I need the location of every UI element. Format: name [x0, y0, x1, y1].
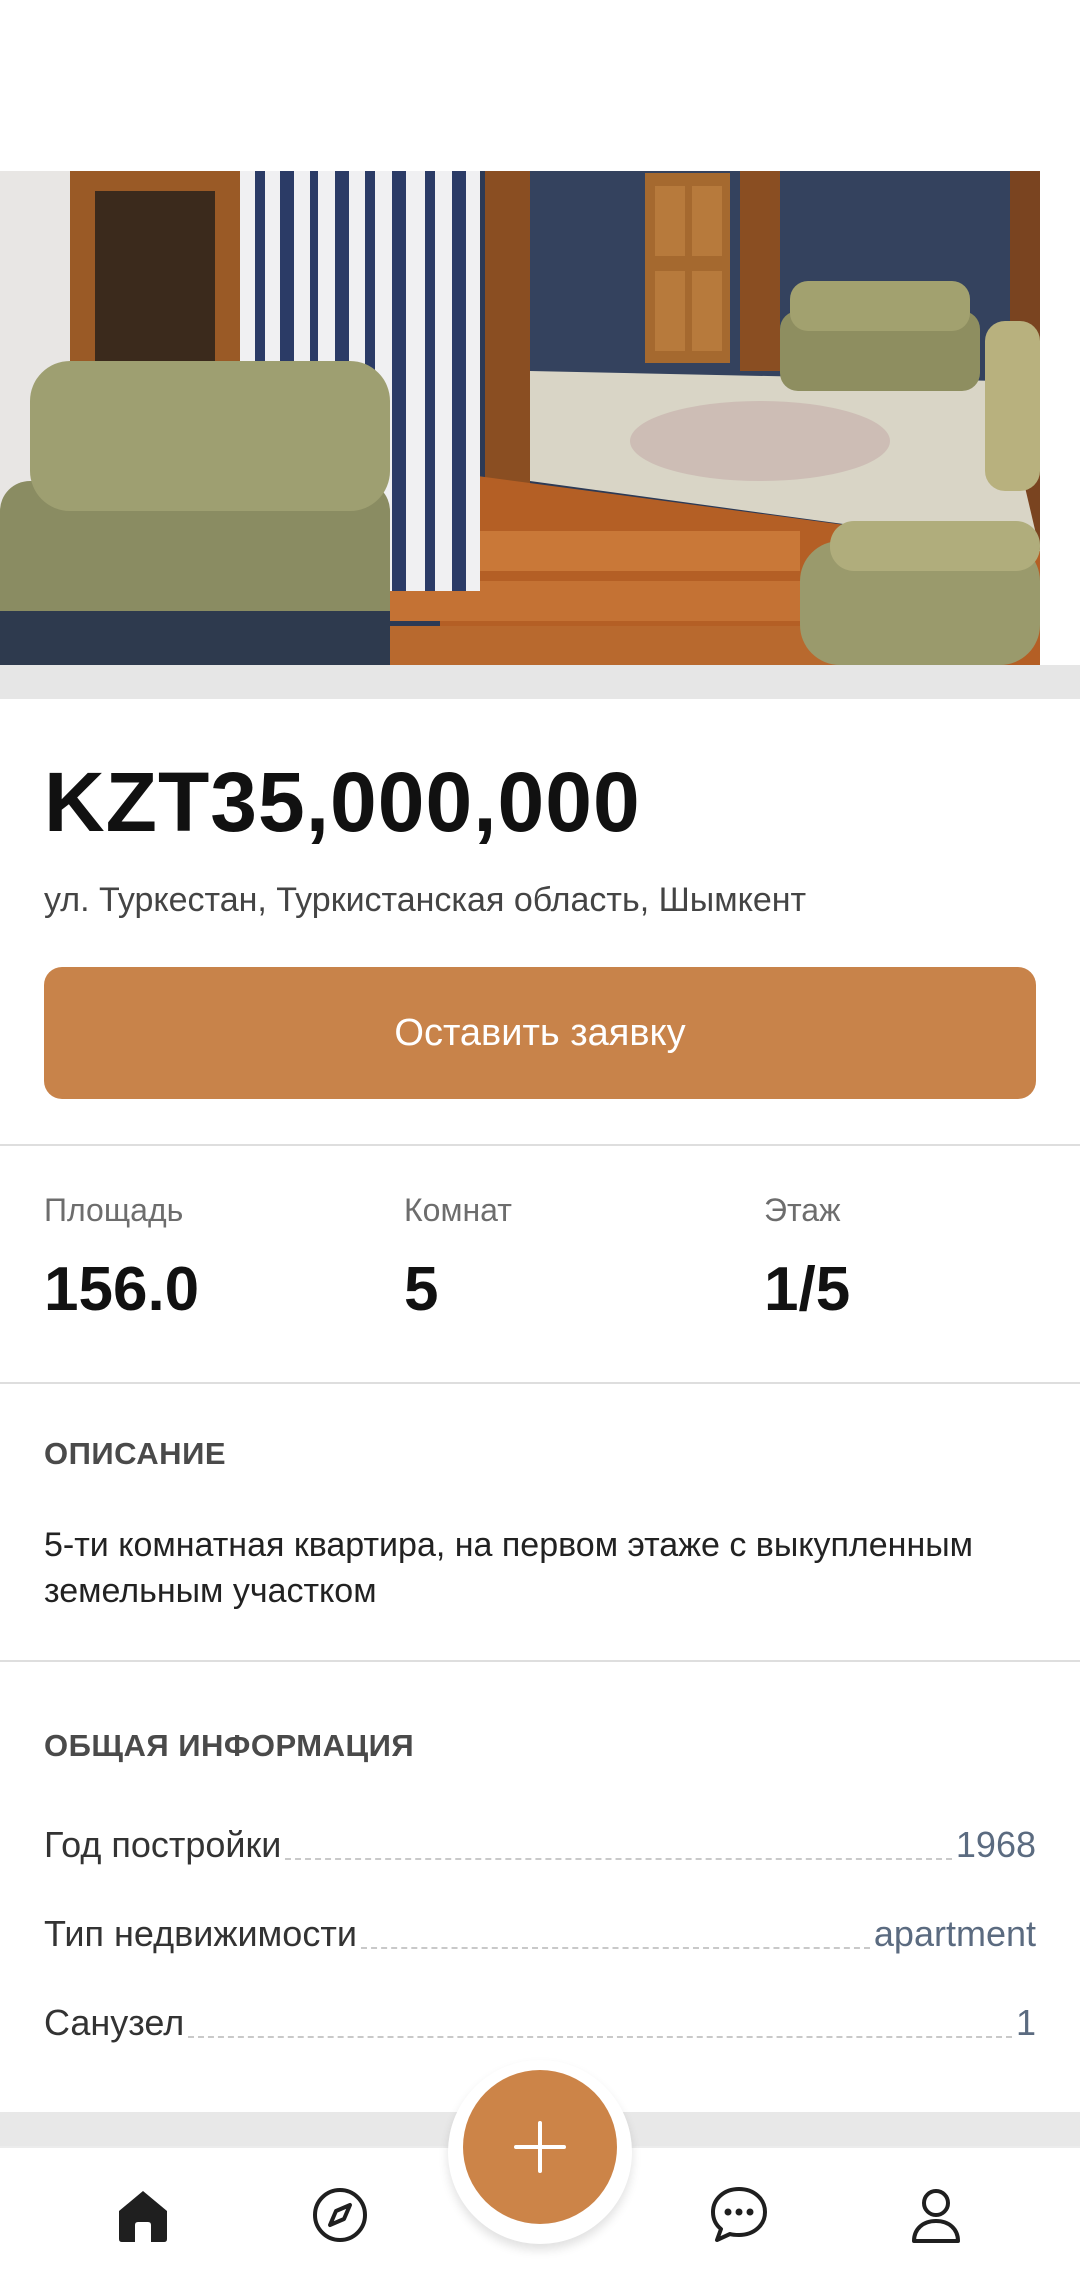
stat-value: 1/5 — [764, 1255, 851, 1324]
listing-photo[interactable] — [0, 171, 1040, 665]
tab-messages[interactable] — [707, 2183, 771, 2247]
listing-page: KZT35,000,000 ул. Туркестан, Туркистанск… — [0, 0, 1080, 2280]
divider — [0, 1660, 1080, 1662]
divider — [0, 1382, 1080, 1384]
tab-profile[interactable] — [904, 2183, 968, 2247]
stat-rooms: Комнат 5 — [404, 1190, 512, 1330]
description-title: ОПИСАНИЕ — [44, 1436, 227, 1471]
compass-icon — [313, 2188, 367, 2242]
stat-label: Площадь — [44, 1192, 184, 1228]
profile-icon — [912, 2189, 960, 2243]
info-key: Тип недвижимости — [44, 1913, 357, 1954]
add-button[interactable] — [463, 2070, 617, 2224]
photo-edge — [1040, 171, 1080, 665]
info-row-type: Тип недвижимости apartment — [44, 1907, 1036, 1957]
chat-icon — [711, 2187, 767, 2242]
description-text: 5-ти комнатная квартира, на первом этаже… — [44, 1526, 974, 1610]
dotted-leader — [285, 1858, 952, 1860]
info-value: 1 — [1015, 2002, 1036, 2043]
general-info-title: ОБЩАЯ ИНФОРМАЦИЯ — [44, 1728, 415, 1763]
top-spacer — [0, 0, 1080, 171]
info-value: 1968 — [955, 1824, 1036, 1865]
stat-value: 5 — [404, 1255, 439, 1324]
stat-label: Этаж — [764, 1192, 841, 1228]
plus-icon — [514, 2121, 566, 2173]
info-key: Год постройки — [44, 1824, 282, 1865]
stat-value: 156.0 — [44, 1255, 200, 1324]
dotted-leader — [360, 1947, 870, 1949]
listing-address: ул. Туркестан, Туркистанская область, Шы… — [44, 881, 807, 919]
listing-price: KZT35,000,000 — [44, 755, 641, 849]
dotted-leader — [188, 2036, 1012, 2038]
apply-button[interactable]: Оставить заявку — [44, 967, 1036, 1099]
photo-bottom-strip — [0, 665, 1080, 699]
divider — [0, 1144, 1080, 1146]
info-key: Санузел — [44, 2002, 185, 2043]
stat-floor: Этаж 1/5 — [764, 1190, 850, 1330]
tab-home[interactable] — [111, 2183, 175, 2247]
info-row-year: Год постройки 1968 — [44, 1818, 1036, 1868]
home-icon — [119, 2191, 167, 2242]
info-row-bathroom: Санузел 1 — [44, 1996, 1036, 2046]
stat-area: Площадь 156.0 — [44, 1190, 199, 1330]
tab-explore[interactable] — [308, 2183, 372, 2247]
info-value: apartment — [873, 1913, 1036, 1954]
stat-label: Комнат — [404, 1192, 512, 1228]
